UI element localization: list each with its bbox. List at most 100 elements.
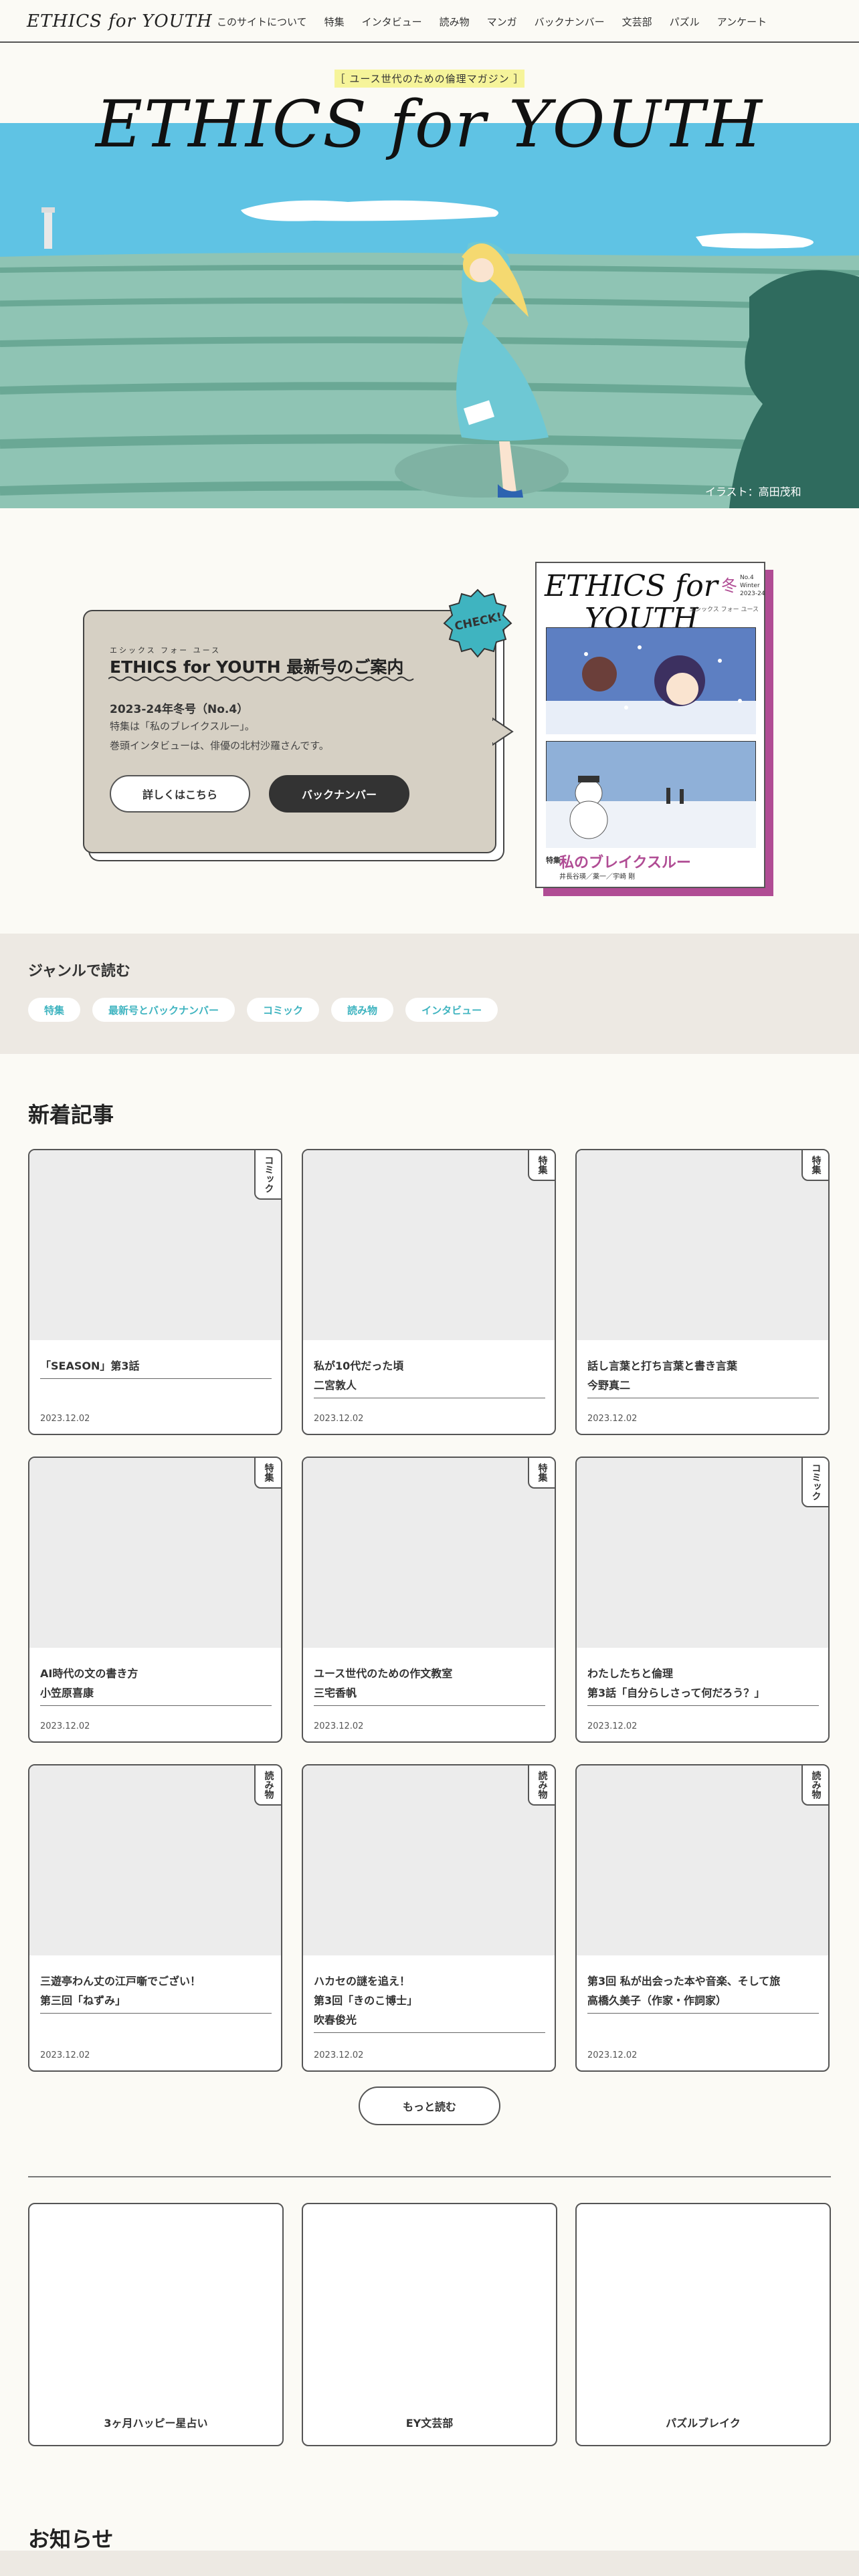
article-thumbnail xyxy=(577,1458,828,1648)
article-title: ハカセの謎を追え！ 第3回「きのこ博士」 吹春俊光 xyxy=(314,1971,545,2030)
issue-feature-text: 特集は「私のブレイクスルー」。 xyxy=(110,720,255,732)
backnumber-button[interactable]: バックナンバー xyxy=(269,775,409,813)
nav-manga[interactable]: マンガ xyxy=(487,15,517,29)
latest-issue-title: ETHICS for YOUTH 最新号のご案内 xyxy=(110,657,404,677)
article-thumbnail xyxy=(577,1150,828,1340)
cover-illustration-top xyxy=(546,627,756,734)
cover-issue-no: No.4 xyxy=(740,574,754,581)
article-title-line: 話し言葉と打ち言葉と書き言葉 xyxy=(587,1360,738,1372)
genre-tag-latest-backnumber[interactable]: 最新号とバックナンバー xyxy=(92,998,235,1022)
article-title-line: 第3話「自分らしさって何だろう？」 xyxy=(587,1687,765,1699)
article-title-line: 私が10代だった頃 xyxy=(314,1360,404,1372)
article-title-line: 三宅香帆 xyxy=(314,1687,357,1699)
nav-feature[interactable]: 特集 xyxy=(324,15,345,29)
cover-illustration-bottom xyxy=(546,741,756,848)
issue-interview-text: 巻頭インタビューは、俳優の北村沙羅さんです。 xyxy=(110,740,329,752)
article-card[interactable]: 読み物 ハカセの謎を追え！ 第3回「きのこ博士」 吹春俊光 2023.12.02 xyxy=(302,1764,556,2072)
genre-tag-reading[interactable]: 読み物 xyxy=(331,998,394,1022)
article-card[interactable]: 読み物三遊亭わん丈の江戸噺でござい！ 第三回「ねずみ」 2023.12.02 xyxy=(28,1764,282,2072)
hero-title: ETHICS for YOUTH xyxy=(96,87,763,162)
article-title-line: 第3回 私が出会った本や音楽、そして旅 xyxy=(587,1975,781,1988)
promo-horoscope[interactable]: 3ヶ月ハッピー星占い xyxy=(28,2203,284,2446)
article-divider xyxy=(40,1378,272,1379)
article-date: 2023.12.02 xyxy=(587,1721,638,1731)
nav-literary-club[interactable]: 文芸部 xyxy=(622,15,652,29)
article-title: 「SEASON」第3話 xyxy=(40,1356,272,1376)
article-title-line: ハカセの謎を追え！ xyxy=(314,1975,411,1988)
article-card[interactable]: コミックわたしたちと倫理第3話「自分らしさって何だろう？」 2023.12.02 xyxy=(575,1457,830,1743)
article-date: 2023.12.02 xyxy=(40,1721,90,1731)
article-genre-tag: 読み物 xyxy=(254,1765,281,1806)
details-button[interactable]: 詳しくはこちら xyxy=(110,775,250,813)
nav-reading[interactable]: 読み物 xyxy=(440,15,470,29)
article-title-line: 三遊亭わん丈の江戸噺でござい！ xyxy=(40,1975,201,1988)
promo-literary-club[interactable]: EY文芸部 xyxy=(302,2203,557,2446)
hero-illustration xyxy=(0,123,859,508)
article-title-line: 第三回「ねずみ」 xyxy=(40,1994,126,2007)
article-title-line: ユース世代のための作文教室 xyxy=(314,1667,453,1680)
article-card[interactable]: 特集ユース世代のための作文教室 三宅香帆 2023.12.02 xyxy=(302,1457,556,1743)
nav-about[interactable]: このサイトについて xyxy=(217,15,307,29)
genre-tag-comic[interactable]: コミック xyxy=(247,998,320,1022)
article-card[interactable]: コミック 「SEASON」第3話 2023.12.02 xyxy=(28,1149,282,1435)
article-divider xyxy=(587,2013,819,2014)
promo-label: パズルブレイク xyxy=(666,2417,741,2430)
bubble-tail xyxy=(492,717,514,746)
article-thumbnail xyxy=(303,1765,555,1955)
cover-names: 井長谷瑛／薬一／宇崎 剛 xyxy=(559,873,636,881)
notice-section xyxy=(0,2551,859,2576)
promo-puzzle-break[interactable]: パズルブレイク xyxy=(575,2203,831,2446)
article-date: 2023.12.02 xyxy=(314,1414,364,1424)
illustration-credit: イラスト：高田茂和 xyxy=(705,486,801,498)
global-nav: このサイトについて 特集 インタビュー 読み物 マンガ バックナンバー 文芸部 … xyxy=(217,15,784,29)
article-title: わたしたちと倫理第3話「自分らしさって何だろう？」 xyxy=(587,1664,819,1703)
genre-section xyxy=(0,934,859,1054)
article-divider xyxy=(314,2032,545,2033)
article-card[interactable]: 特集 AI時代の文の書き方 小笠原喜康 2023.12.02 xyxy=(28,1457,282,1743)
article-genre-tag: 特集 xyxy=(254,1458,281,1489)
article-title: 三遊亭わん丈の江戸噺でござい！ 第三回「ねずみ」 xyxy=(40,1971,272,2010)
nav-backnumber[interactable]: バックナンバー xyxy=(535,15,605,29)
article-title-line: AI時代の文の書き方 xyxy=(40,1667,138,1680)
article-genre-tag: コミック xyxy=(801,1458,828,1507)
article-card[interactable]: 特集 話し言葉と打ち言葉と書き言葉 今野真二 2023.12.02 xyxy=(575,1149,830,1435)
article-title-line: 高橋久美子（作家・作詞家） xyxy=(587,1994,727,2007)
article-date: 2023.12.02 xyxy=(587,2050,638,2060)
article-title-line: 今野真二 xyxy=(587,1379,631,1392)
article-title-line: わたしたちと倫理 xyxy=(587,1667,674,1680)
article-card[interactable]: 読み物 第3回 私が出会った本や音楽、そして旅 高橋久美子（作家・作詞家） 2023.… xyxy=(575,1764,830,2072)
nav-puzzle[interactable]: パズル xyxy=(670,15,700,29)
genre-tag-feature[interactable]: 特集 xyxy=(28,998,81,1022)
article-divider xyxy=(40,1705,272,1706)
article-date: 2023.12.02 xyxy=(40,2050,90,2060)
genre-tag-list: 特集 最新号とバックナンバー コミック 読み物 インタビュー xyxy=(28,998,510,1022)
article-divider xyxy=(314,1705,545,1706)
article-divider xyxy=(587,1705,819,1706)
nav-interview[interactable]: インタビュー xyxy=(362,15,422,29)
news-heading: 新着記事 xyxy=(28,1102,114,1128)
article-title: 私が10代だった頃 二宮敦人 xyxy=(314,1356,545,1395)
magazine-cover[interactable]: ETHICS for YOUTH 冬 No.4 Winter 2023-24 エ… xyxy=(535,562,773,896)
article-title: AI時代の文の書き方 小笠原喜康 xyxy=(40,1664,272,1703)
cover-issue-year: 2023-24 xyxy=(740,591,765,597)
article-thumbnail xyxy=(303,1150,555,1340)
article-title-line: 「SEASON」第3話 xyxy=(40,1360,140,1372)
article-title-line: 第3回「きのこ博士」 xyxy=(314,1994,418,2007)
section-divider xyxy=(28,2176,831,2177)
article-date: 2023.12.02 xyxy=(314,2050,364,2060)
nav-survey[interactable]: アンケート xyxy=(717,15,767,29)
site-logo[interactable]: ETHICS for YOUTH xyxy=(27,11,213,31)
article-card[interactable]: 特集 私が10代だった頃 二宮敦人 2023.12.02 xyxy=(302,1149,556,1435)
article-date: 2023.12.02 xyxy=(587,1414,638,1424)
genre-heading: ジャンルで読む xyxy=(28,963,130,980)
article-genre-tag: コミック xyxy=(254,1150,281,1200)
cover-kana: エシックス フォー ユース xyxy=(689,607,759,613)
more-button[interactable]: もっと読む xyxy=(359,2086,500,2125)
genre-tag-interview[interactable]: インタビュー xyxy=(405,998,498,1022)
cover-feature-label: 特集 xyxy=(546,856,561,865)
article-genre-tag: 特集 xyxy=(528,1458,555,1489)
article-date: 2023.12.02 xyxy=(314,1721,364,1731)
cover-title-1: ETHICS for xyxy=(545,569,718,603)
article-title: 話し言葉と打ち言葉と書き言葉 今野真二 xyxy=(587,1356,819,1395)
article-title: 第3回 私が出会った本や音楽、そして旅 高橋久美子（作家・作詞家） xyxy=(587,1971,819,2010)
